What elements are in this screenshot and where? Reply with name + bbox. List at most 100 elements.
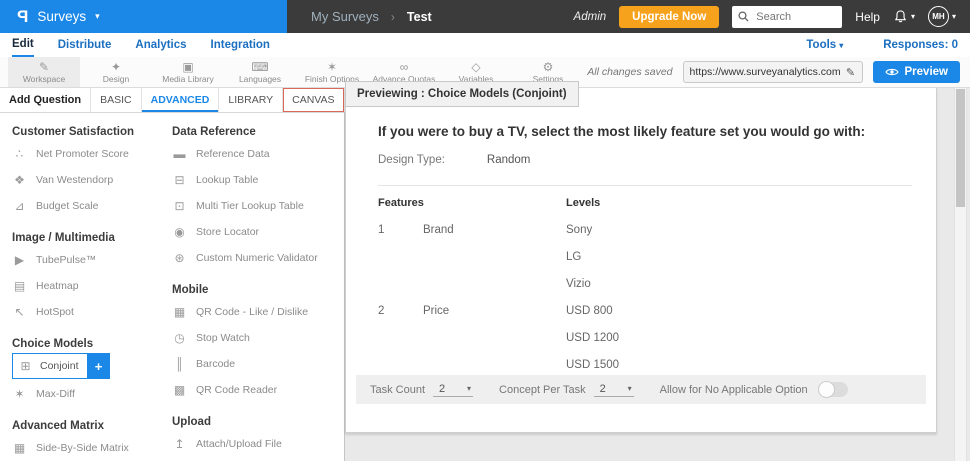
item-label: HotSpot [36,306,74,318]
question-type-van-westendorp[interactable]: ❖ Van Westendorp [12,167,162,193]
chevron-down-icon: ▾ [467,384,472,393]
cursor-icon: ↖ [14,305,25,319]
item-label: Custom Numeric Validator [196,252,318,264]
save-status: All changes saved [587,66,673,78]
toolbar-design-button[interactable]: ✦ Design [80,57,152,87]
search-box[interactable] [732,5,843,28]
item-label: Side-By-Side Matrix [36,442,129,454]
help-link[interactable]: Help [855,10,880,24]
previewing-badge: Previewing : Choice Models (Conjoint) [345,81,579,107]
item-label: Budget Scale [36,200,99,212]
no-applicable-option-toggle[interactable] [817,381,848,398]
toggle-knob [817,381,835,398]
question-type-stop-watch[interactable]: ◷ Stop Watch [172,325,344,351]
question-type-multi-tier-lookup-table[interactable]: ⊡ Multi Tier Lookup Table [172,193,344,219]
advance-quotas-icon: ∞ [399,59,409,74]
features-levels-table: Features Levels 1 Brand Sony LG Vizio 2 … [378,190,912,379]
bell-icon [893,9,908,24]
question-type-net-promoter-score[interactable]: ∴ Net Promoter Score [12,141,162,167]
price-tag-icon: ❖ [14,173,25,187]
upload-icon: ↥ [174,437,185,451]
feature-name: Price [423,305,450,317]
question-type-max-diff[interactable]: ✶ Max-Diff [12,381,162,407]
breadcrumb-my-surveys[interactable]: My Surveys [311,9,379,24]
scrollbar-thumb[interactable] [956,89,965,207]
chevron-down-icon: ▾ [910,12,915,21]
qr-reader-icon: ▩ [173,383,186,397]
level-value: USD 1200 [566,332,620,344]
vertical-scrollbar[interactable] [954,88,967,461]
question-type-barcode[interactable]: ║ Barcode [172,351,344,377]
tab-integration[interactable]: Integration [211,35,270,56]
chart-icon: ⊿ [14,199,25,213]
breadcrumb-survey-title: Test [406,9,432,24]
toolbar-media-library-button[interactable]: ▣ Media Library [152,57,224,87]
account-menu[interactable]: MH ▾ [927,6,956,27]
question-type-qr-like-dislike[interactable]: ▦ QR Code - Like / Dislike [172,299,344,325]
question-type-tubepulse[interactable]: ▶ TubePulse™ [12,247,162,273]
lookup-table-icon: ⊟ [174,173,185,187]
level-value: LG [566,251,582,263]
concept-per-task-dropdown[interactable]: 2 ▾ [593,382,634,397]
tab-canvas[interactable]: CANVAS [283,88,345,112]
surveys-product-menu[interactable]: P Surveys ▾ [0,0,287,33]
multi-tier-icon: ⊡ [174,199,185,213]
question-type-attach-upload-file[interactable]: ↥ Attach/Upload File [172,431,344,457]
survey-url-box[interactable]: https://www.surveyanalytics.com/t/AI77 ✎ [682,61,863,83]
tab-library[interactable]: LIBRARY [219,88,284,112]
edit-url-pencil-icon[interactable]: ✎ [840,66,862,79]
item-label: Max-Diff [36,388,75,400]
responses-count[interactable]: Responses: 0 [883,39,958,51]
search-input[interactable] [754,9,837,24]
toolbar-workspace-button[interactable]: ✎ Workspace [8,57,80,87]
tab-edit[interactable]: Edit [12,34,34,57]
section-header-upload: Upload [172,416,211,428]
task-count-value: 2 [439,382,446,395]
feature-levels: USD 800 USD 1200 USD 1500 [566,298,912,379]
design-type-row: Design Type: Random [378,154,912,166]
concept-per-task-value: 2 [599,382,606,395]
section-header-mobile: Mobile [172,284,209,296]
tools-menu[interactable]: Tools ▾ [806,39,843,51]
video-icon: ▶ [14,253,25,267]
wand-icon: ✶ [14,387,25,401]
question-type-store-locator[interactable]: ◉ Store Locator [172,219,344,245]
section-header-choice-models: Choice Models [12,338,94,350]
table-row: 2 Price USD 800 USD 1200 USD 1500 [378,298,912,379]
question-type-heatmap[interactable]: ▤ Heatmap [12,273,162,299]
section-header-customer-satisfaction: Customer Satisfaction [12,126,135,138]
item-label: Lookup Table [196,174,259,186]
chevron-down-icon: ▾ [839,41,844,50]
toolbar-right: All changes saved https://www.surveyanal… [587,57,970,87]
conjoint-preview-card: If you were to buy a TV, select the most… [345,88,937,433]
preview-button[interactable]: Preview [872,61,960,83]
question-type-hotspot[interactable]: ↖ HotSpot [12,299,162,325]
question-type-qr-code-reader[interactable]: ▩ QR Code Reader [172,377,344,403]
net-promoter-score-icon: ∴ [15,147,24,161]
languages-icon: ⌨ [251,59,269,74]
design-icon: ✦ [110,59,122,74]
item-label: Barcode [196,358,236,370]
question-type-lookup-table[interactable]: ⊟ Lookup Table [172,167,344,193]
question-type-reference-data[interactable]: ▬ Reference Data [172,141,344,167]
toolbar-languages-button[interactable]: ⌨ Languages [224,57,296,87]
task-count-dropdown[interactable]: 2 ▾ [433,382,474,397]
tool-label: Design [102,73,130,84]
question-type-conjoint-selected[interactable]: ⊞ Conjoint + [12,353,162,379]
notifications-menu[interactable]: ▾ [893,9,915,24]
level-value: Sony [566,224,593,236]
admin-label: Admin [573,10,607,23]
tab-distribute[interactable]: Distribute [58,35,112,56]
tab-analytics[interactable]: Analytics [135,35,186,56]
tab-advanced[interactable]: ADVANCED [142,88,220,112]
question-type-side-by-side-matrix[interactable]: ▦ Side-By-Side Matrix [12,435,162,461]
question-type-signature[interactable]: ✍ Signature [172,457,344,461]
breadcrumb-separator: › [390,9,395,24]
upgrade-now-button[interactable]: Upgrade Now [619,5,720,28]
question-type-custom-numeric-validator[interactable]: ⊛ Custom Numeric Validator [172,245,344,271]
chevron-down-icon: ▾ [95,11,100,21]
panel-tabs: Add Question BASIC ADVANCED LIBRARY CANV… [0,88,369,113]
question-type-budget-scale[interactable]: ⊿ Budget Scale [12,193,162,219]
add-conjoint-button[interactable]: + [87,353,110,379]
tab-basic[interactable]: BASIC [91,88,142,112]
